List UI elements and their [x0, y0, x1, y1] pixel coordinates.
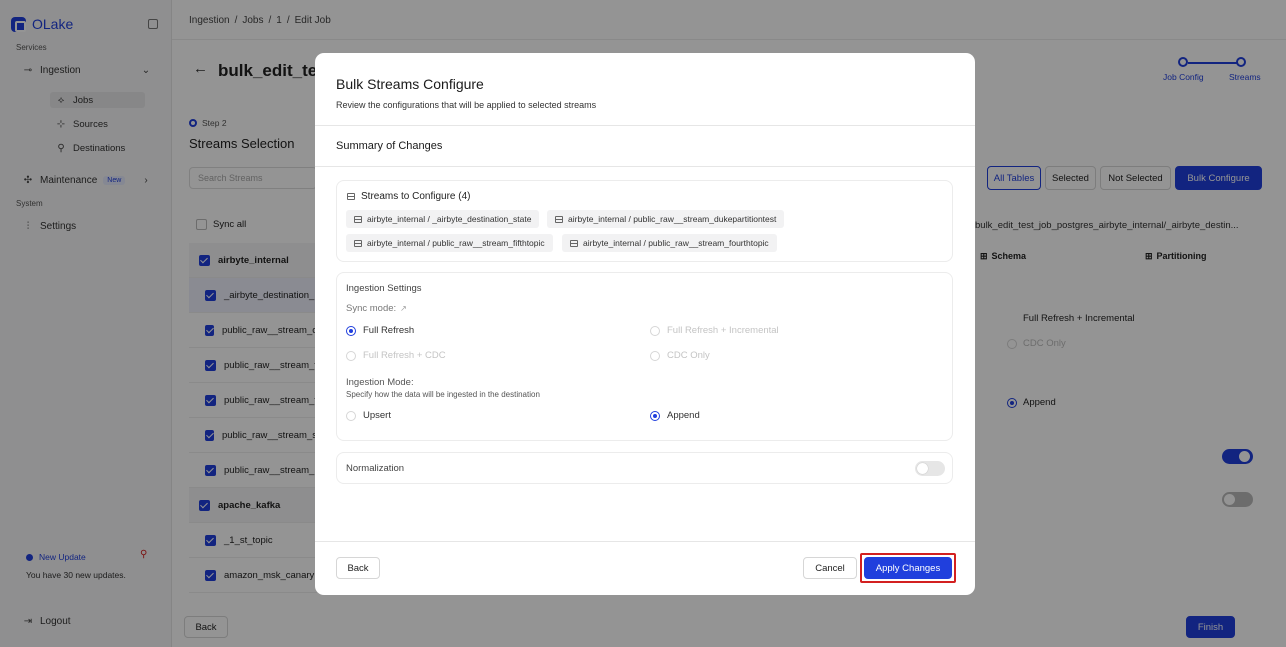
- sync-option-full-cdc[interactable]: Full Refresh + CDC: [346, 350, 446, 361]
- ingestion-settings-title: Ingestion Settings: [346, 283, 422, 294]
- stream-chip-label: airbyte_internal / public_raw__stream_du…: [568, 214, 777, 224]
- table-icon: [347, 193, 355, 200]
- option-label: Append: [667, 410, 700, 421]
- sync-option-cdc-only[interactable]: CDC Only: [650, 350, 710, 361]
- stream-chip-label: airbyte_internal / public_raw__stream_fo…: [583, 238, 769, 248]
- stream-chip: airbyte_internal / public_raw__stream_du…: [547, 210, 785, 228]
- apply-highlight: Apply Changes: [860, 553, 956, 583]
- sync-mode-text: Sync mode:: [346, 303, 397, 314]
- bulk-configure-modal: Bulk Streams Configure Review the config…: [315, 53, 975, 595]
- streams-header: Streams to Configure (4): [347, 191, 471, 202]
- sync-option-full-incremental[interactable]: Full Refresh + Incremental: [650, 325, 779, 336]
- table-icon: [570, 239, 578, 247]
- sync-mode-label: Sync mode: ↗: [346, 303, 407, 314]
- table-icon: [354, 215, 362, 223]
- option-label: Full Refresh: [363, 325, 415, 336]
- normalization-card: Normalization: [336, 452, 953, 484]
- modal-back-button[interactable]: Back: [336, 557, 380, 579]
- radio-selected-icon: [650, 410, 660, 421]
- normalization-label: Normalization: [346, 463, 405, 474]
- radio-icon: [346, 410, 356, 421]
- stream-chip-label: airbyte_internal / public_raw__stream_fi…: [367, 238, 545, 248]
- stream-chip: airbyte_internal / _airbyte_destination_…: [346, 210, 540, 228]
- ingestion-option-upsert[interactable]: Upsert: [346, 410, 391, 421]
- ingestion-mode-desc: Specify how the data will be ingested in…: [346, 390, 540, 399]
- option-label: Full Refresh + Incremental: [667, 325, 779, 336]
- stream-chip-label: airbyte_internal / _airbyte_destination_…: [367, 214, 532, 224]
- radio-icon: [650, 325, 660, 336]
- stream-chip: airbyte_internal / public_raw__stream_fo…: [562, 234, 777, 252]
- divider: [315, 541, 975, 542]
- modal-title: Bulk Streams Configure: [336, 76, 484, 92]
- option-label: CDC Only: [667, 350, 710, 361]
- modal-subtitle: Review the configurations that will be a…: [336, 100, 597, 110]
- cancel-button[interactable]: Cancel: [803, 557, 857, 579]
- ingestion-mode-label: Ingestion Mode:: [346, 377, 414, 388]
- normalization-toggle[interactable]: [915, 461, 945, 476]
- option-label: Full Refresh + CDC: [363, 350, 446, 361]
- table-icon: [555, 215, 563, 223]
- radio-selected-icon: [346, 325, 356, 336]
- apply-changes-button[interactable]: Apply Changes: [864, 557, 952, 579]
- external-link-icon[interactable]: ↗: [400, 304, 407, 313]
- option-label: Upsert: [363, 410, 391, 421]
- table-icon: [354, 239, 362, 247]
- radio-icon: [650, 350, 660, 361]
- radio-icon: [346, 350, 356, 361]
- divider: [315, 125, 975, 126]
- summary-title: Summary of Changes: [336, 140, 443, 152]
- sync-option-full-refresh[interactable]: Full Refresh: [346, 325, 414, 336]
- divider: [315, 166, 975, 167]
- ingestion-option-append[interactable]: Append: [650, 410, 700, 421]
- streams-card: Streams to Configure (4) airbyte_interna…: [336, 180, 953, 262]
- stream-chip: airbyte_internal / public_raw__stream_fi…: [346, 234, 553, 252]
- streams-header-label: Streams to Configure (4): [361, 191, 471, 202]
- ingestion-settings-card: Ingestion Settings Sync mode: ↗ Full Ref…: [336, 272, 953, 441]
